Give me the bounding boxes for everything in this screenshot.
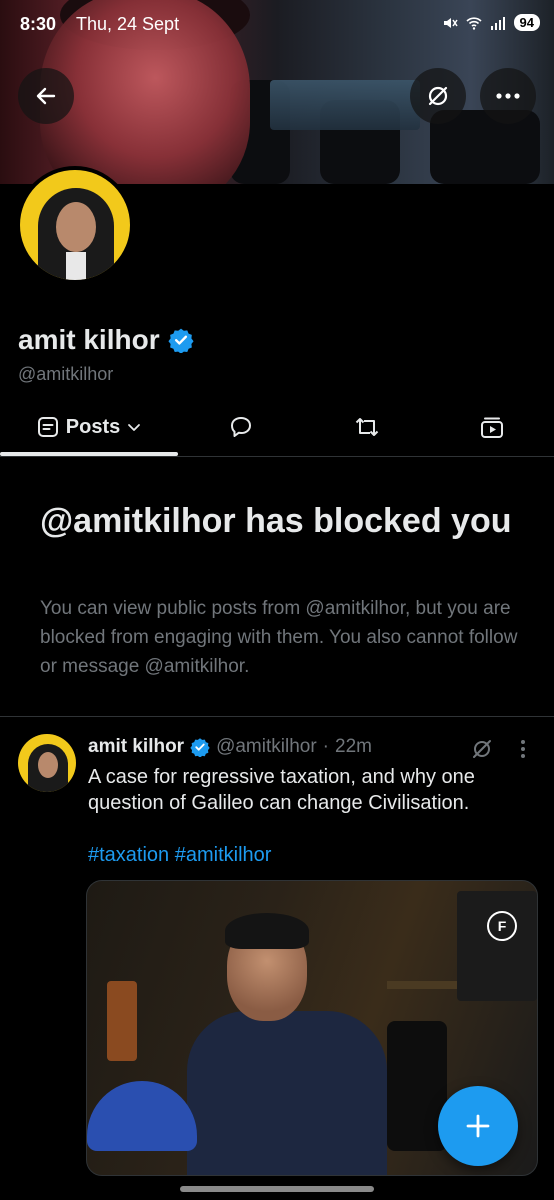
chevron-down-icon [128,424,141,431]
status-bar: 8:30 Thu, 24 Sept 94 [0,0,554,52]
tab-reposts[interactable] [304,398,430,456]
verified-badge-icon [190,738,210,757]
posts-icon [37,417,58,437]
profile-tabs: Posts [0,398,554,456]
profile-avatar[interactable] [16,166,134,284]
grok-icon[interactable] [470,737,494,761]
grok-icon [428,86,448,106]
profile-handle: @amitkilhor [18,364,114,384]
arrow-left-icon [36,87,56,105]
status-date: Thu, 24 Sept [76,14,180,34]
post-header: amit kilhor @amitkilhor · 22m [88,736,372,758]
tab-media[interactable] [430,398,554,456]
profile-name: amit kilhor [18,324,194,356]
media-icon [481,417,503,438]
post-divider [0,716,554,717]
profile-name-text: amit kilhor [18,324,160,355]
mute-icon [443,17,458,28]
status-icons: 94 [442,14,540,31]
tabs-divider [0,456,554,457]
post-more-icon[interactable] [518,738,528,760]
post-hashtags[interactable]: #taxation #amitkilhor [88,844,271,867]
post-author-name[interactable]: amit kilhor [88,736,184,758]
post-text: A case for regressive taxation, and why … [88,766,475,814]
plus-icon [466,1114,490,1138]
back-button[interactable] [18,68,74,124]
verified-badge-icon[interactable] [168,327,194,353]
home-indicator[interactable] [180,1186,374,1192]
post-author-handle[interactable]: @amitkilhor [216,736,317,758]
compose-button[interactable] [438,1086,518,1166]
battery-indicator: 94 [513,14,540,31]
wifi-icon [465,16,482,30]
more-options-button[interactable] [480,68,536,124]
post-meta-separator: · [322,736,329,757]
more-icon [496,93,520,99]
post-avatar[interactable] [18,734,76,792]
reposts-icon [355,418,379,436]
poster-logo: F [487,911,517,941]
blocked-title: @amitkilhor has blocked you [40,502,512,540]
tab-posts[interactable]: Posts [0,398,178,456]
tab-posts-label: Posts [65,415,121,438]
blocked-description: You can view public posts from @amitkilh… [40,598,518,677]
tab-replies[interactable] [178,398,304,456]
post-timestamp[interactable]: 22m [335,736,372,758]
signal-icon [490,16,505,30]
status-time: 8:30 [20,14,57,34]
grok-button[interactable] [410,68,466,124]
replies-icon [231,417,251,437]
